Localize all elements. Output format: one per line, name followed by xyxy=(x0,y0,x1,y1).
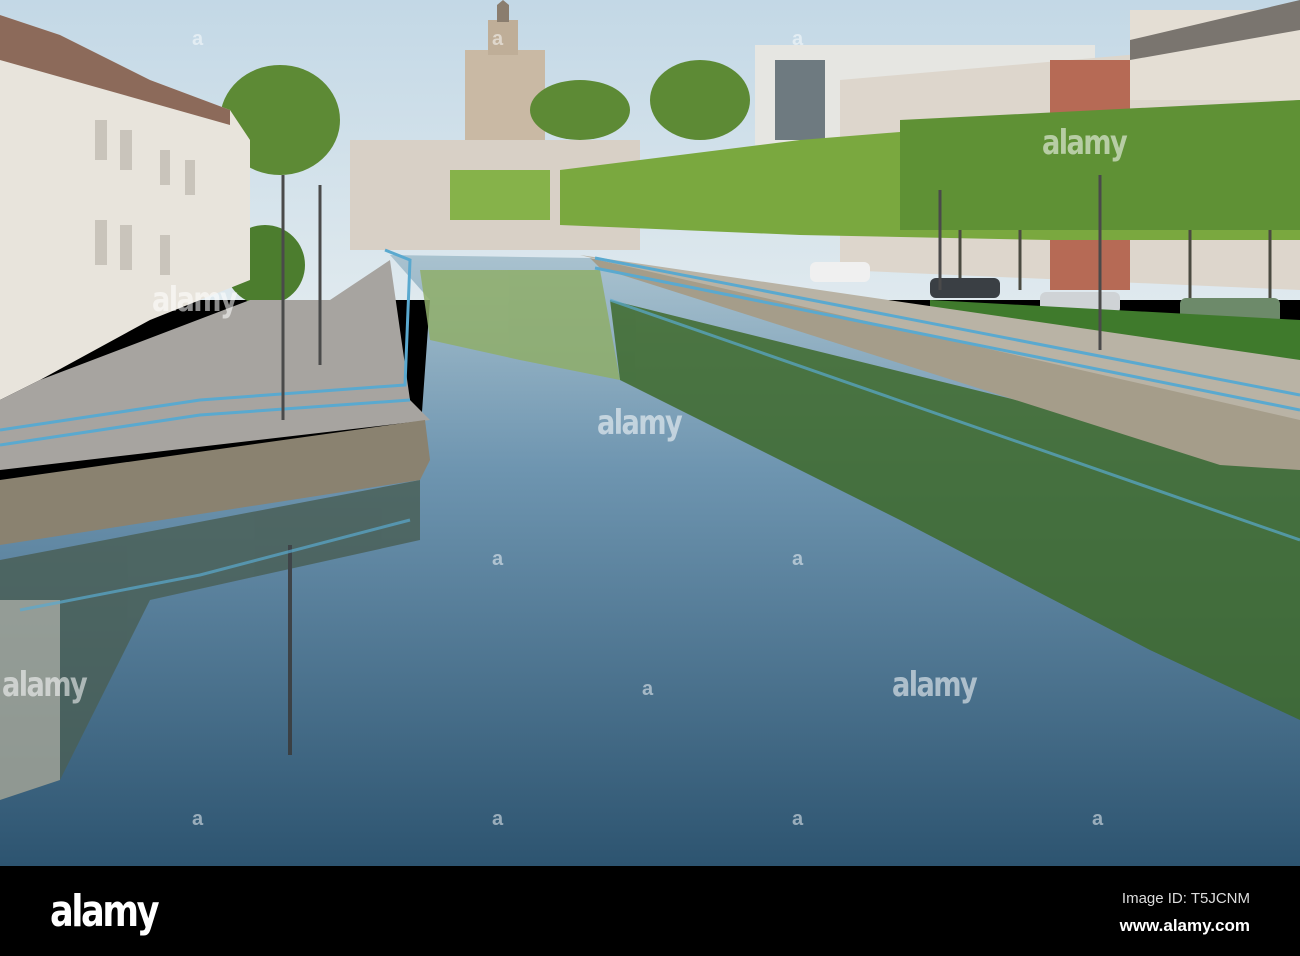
watermark-mark: a xyxy=(492,28,504,50)
watermark-mark: a xyxy=(792,548,804,570)
watermark: alamy xyxy=(597,403,683,443)
watermark-mark: a xyxy=(792,28,804,50)
watermark-mark: a xyxy=(642,678,654,700)
image-id: Image ID: T5JCNM xyxy=(1121,890,1250,907)
watermark-mark: a xyxy=(1092,808,1104,830)
site-url[interactable]: www.alamy.com xyxy=(1120,916,1250,936)
footer-bar: alamy Image ID: T5JCNM www.alamy.com xyxy=(0,866,1300,956)
watermark: alamy xyxy=(2,665,88,705)
alamy-logo[interactable]: alamy xyxy=(50,886,160,937)
watermark: alamy xyxy=(892,665,978,705)
watermark: alamy xyxy=(152,280,238,320)
watermark: alamy xyxy=(1042,123,1128,163)
photo-frame: alamy alamy alamy alamy alamy a a a a a … xyxy=(0,0,1300,956)
watermark-mark: a xyxy=(192,28,204,50)
watermark-mark: a xyxy=(192,808,204,830)
watermark-mark: a xyxy=(492,548,504,570)
watermark-mark: a xyxy=(492,808,504,830)
watermark-mark: a xyxy=(792,808,804,830)
